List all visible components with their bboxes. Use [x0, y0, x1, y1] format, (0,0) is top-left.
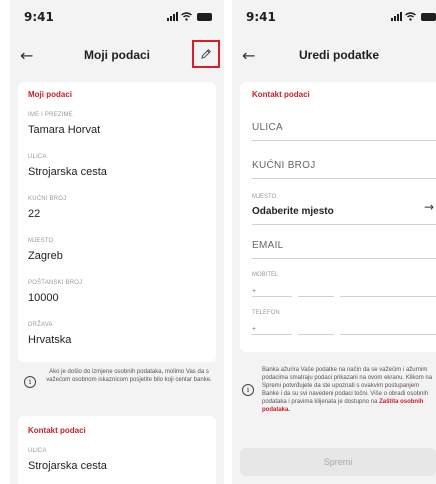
- field-value-street: Strojarska cesta: [28, 166, 107, 178]
- contact-field-value-street: Strojarska cesta: [28, 460, 107, 472]
- street-input[interactable]: ULICA: [252, 122, 283, 133]
- consent-notice: i Banka ažurira Vaše podatke na način da…: [242, 366, 434, 414]
- phone-country-code-input[interactable]: [252, 334, 292, 335]
- status-time: 9:41: [246, 10, 276, 24]
- nav-bar: ← Moji podaci: [10, 40, 224, 68]
- status-time: 9:41: [24, 10, 54, 24]
- consent-text: Banka ažurira Vaše podatke na način da s…: [262, 366, 434, 414]
- nav-bar: ← Uredi podatke: [232, 44, 436, 68]
- form-section-title: Kontakt podaci: [252, 90, 310, 99]
- edit-data-screen: 9:41 ← Uredi podatke Kontakt podaci ULIC…: [232, 0, 436, 484]
- contact-field-label-street: ULICA: [28, 448, 47, 454]
- email-input[interactable]: EMAIL: [252, 240, 284, 251]
- mobile-country-code-input[interactable]: [252, 296, 292, 297]
- battery-icon: [197, 13, 212, 21]
- info-circle-icon: i: [242, 384, 254, 396]
- info-circle-icon: i: [24, 376, 36, 388]
- field-label-street: ULICA: [28, 154, 47, 160]
- field-value-country: Hrvatska: [28, 334, 72, 346]
- contact-section-title: Kontakt podaci: [28, 426, 86, 435]
- info-notice: i Ako je došlo do izmjene osobnih podata…: [24, 368, 214, 388]
- field-label-name: IME I PREZIME: [28, 112, 73, 118]
- personal-data-card: Moji podaci IME I PREZIME Tamara Horvat …: [18, 82, 216, 362]
- contact-form-card: Kontakt podaci ULICA KUĆNI BROJ MJESTO O…: [240, 82, 436, 352]
- field-label-postal-code: POŠTANSKI BROJ: [28, 280, 83, 286]
- phone-label: TELEFON: [252, 310, 280, 316]
- contact-data-card: Kontakt podaci ULICA Strojarska cesta: [18, 416, 216, 484]
- save-button[interactable]: Spremi: [240, 448, 436, 476]
- email-underline: [252, 258, 436, 259]
- house-number-input[interactable]: KUĆNI BROJ: [252, 160, 316, 171]
- city-underline: [252, 224, 436, 225]
- field-label-house-number: KUĆNI BROJ: [28, 196, 67, 202]
- field-label-city: MJESTO: [28, 238, 54, 244]
- phone-number-input[interactable]: [340, 334, 436, 335]
- field-value-house-number: 22: [28, 208, 41, 220]
- profile-screen: 9:41 ← Moji podaci Moji podaci IME I PRE…: [10, 0, 224, 484]
- field-value-city: Zagreb: [28, 250, 63, 262]
- wifi-icon: [181, 12, 192, 21]
- arrow-right-icon[interactable]: →: [424, 200, 434, 214]
- phone-area-code-input[interactable]: [298, 334, 334, 335]
- signal-icon: [391, 12, 402, 21]
- pencil-icon: [201, 49, 211, 59]
- status-bar: 9:41: [232, 10, 436, 26]
- phone-prefix-plus: +: [252, 326, 257, 333]
- city-select[interactable]: Odaberite mjesto: [252, 206, 334, 217]
- section-title: Moji podaci: [28, 90, 72, 99]
- status-icons: [167, 12, 212, 21]
- house-number-underline: [252, 178, 436, 179]
- street-underline: [252, 140, 436, 141]
- status-bar: 9:41: [10, 10, 224, 26]
- info-text: Ako je došlo do izmjene osobnih podataka…: [46, 369, 212, 383]
- edit-button[interactable]: [192, 40, 220, 68]
- page-title: Uredi podatke: [298, 48, 379, 62]
- mobile-area-code-input[interactable]: [298, 296, 334, 297]
- mobile-label: MOBITEL: [252, 272, 279, 278]
- mobile-prefix-plus: +: [252, 288, 257, 295]
- field-label-country: DRŽAVA: [28, 322, 53, 328]
- city-label: MJESTO: [252, 194, 277, 200]
- field-value-name: Tamara Horvat: [28, 124, 101, 136]
- wifi-icon: [405, 12, 416, 21]
- status-icons: [391, 12, 436, 21]
- mobile-number-input[interactable]: [340, 296, 436, 297]
- signal-icon: [167, 12, 178, 21]
- battery-icon: [421, 13, 436, 21]
- field-value-postal-code: 10000: [28, 292, 59, 304]
